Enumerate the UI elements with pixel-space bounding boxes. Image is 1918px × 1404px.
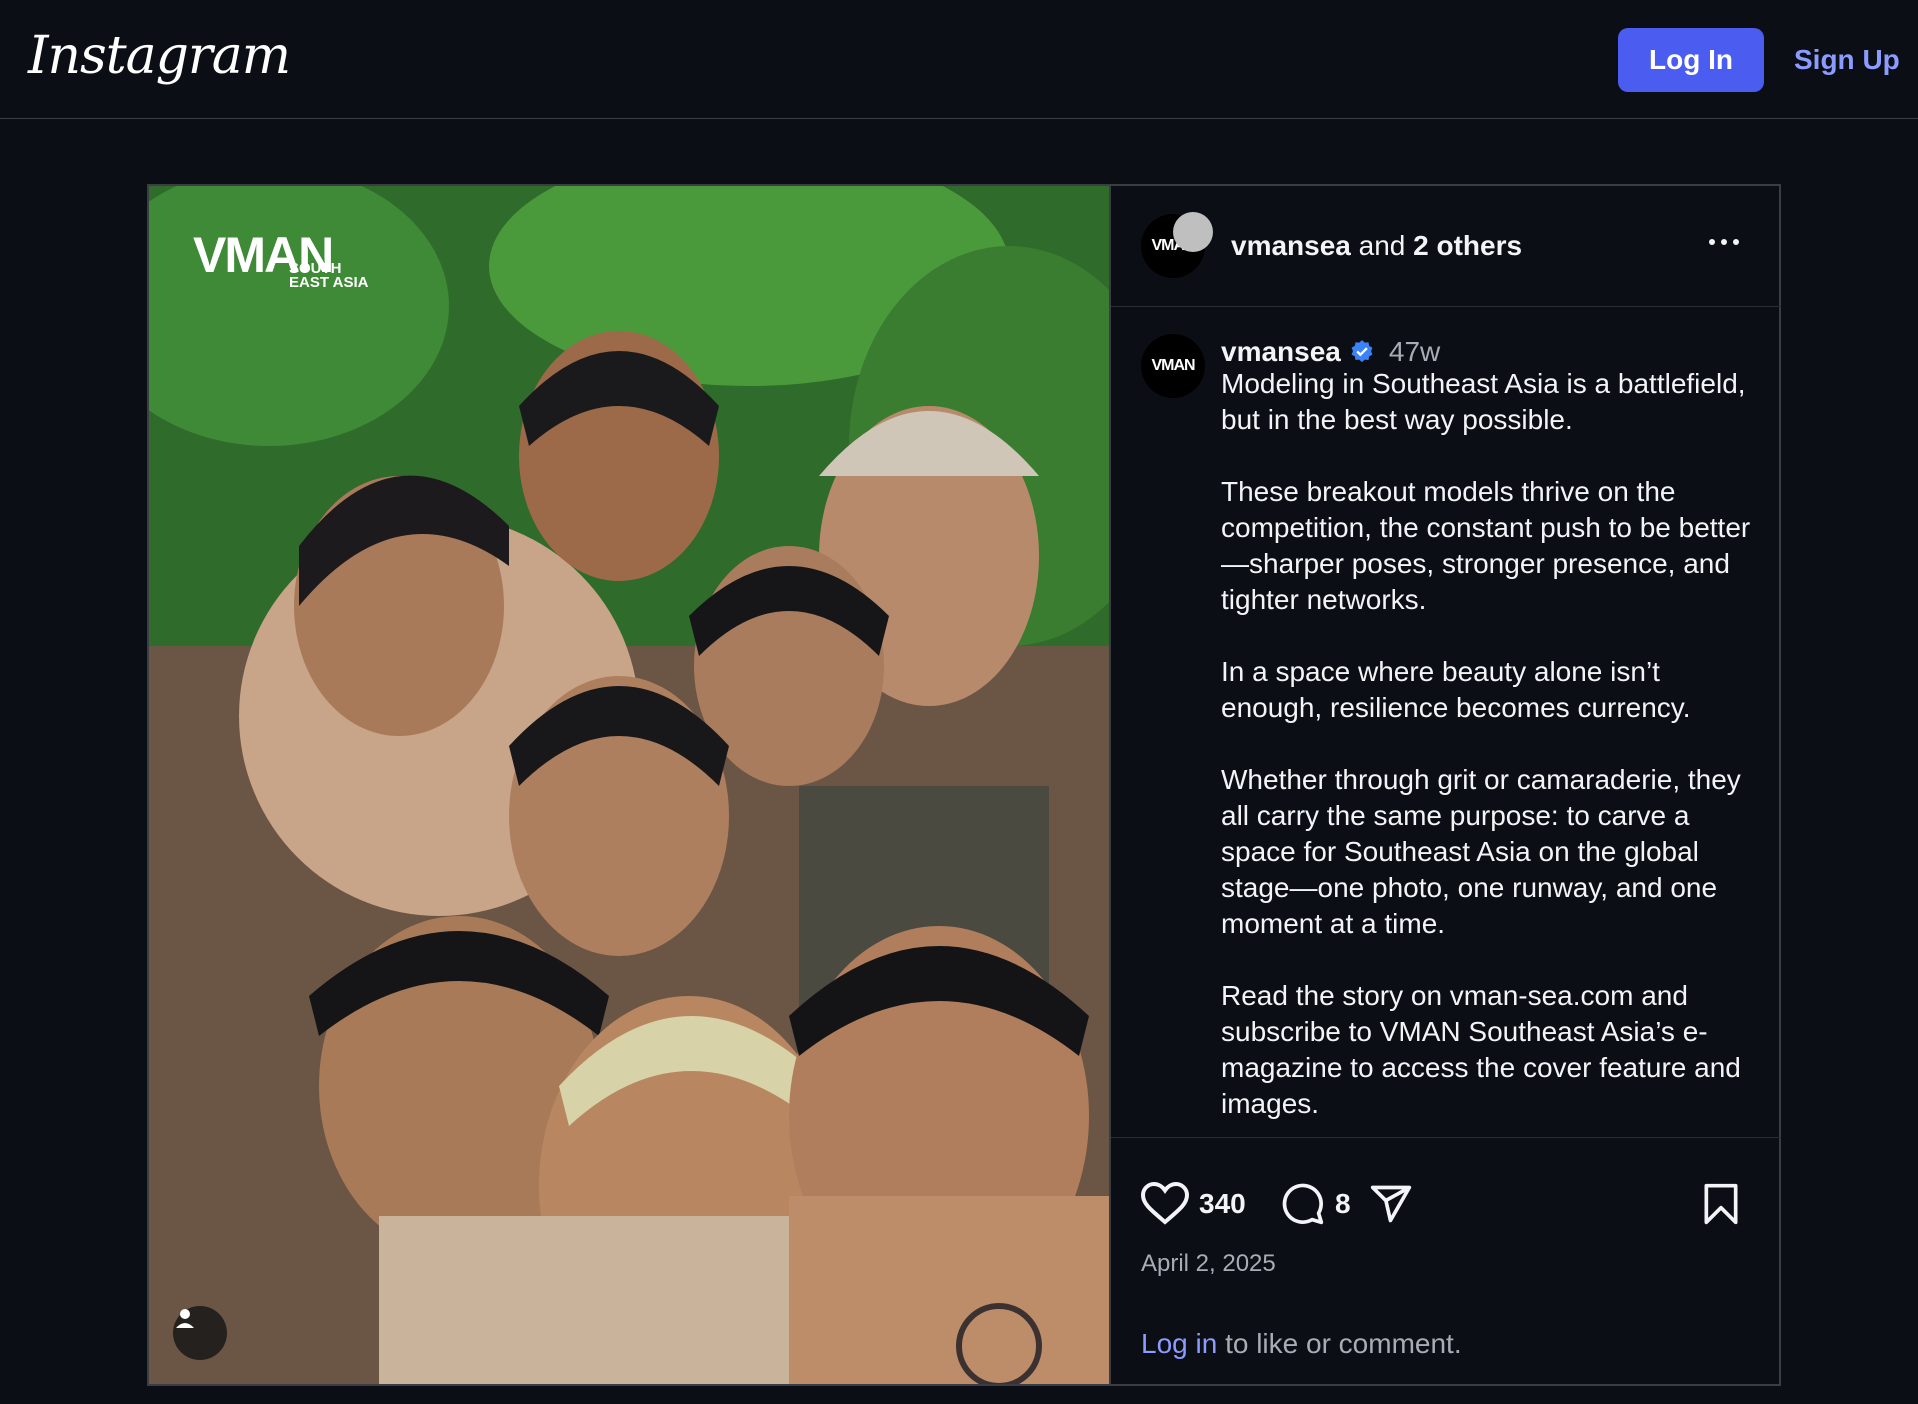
- signup-button[interactable]: Sign Up: [1786, 28, 1908, 92]
- post-caption: Modeling in Southeast Asia is a battlefi…: [1221, 366, 1761, 1137]
- caption-author-avatar[interactable]: VMAN: [1141, 334, 1205, 398]
- vman-logo-subtext: SOUTH EAST ASIA: [289, 260, 369, 291]
- caption-paragraph: These breakout models thrive on the comp…: [1221, 476, 1751, 615]
- post-card: VMAN SOUTH EAST ASIA VMAN vmansea and 2 …: [147, 184, 1781, 1386]
- author-name-link[interactable]: vmansea: [1231, 230, 1351, 261]
- and-text: and: [1358, 230, 1406, 261]
- like-count[interactable]: 340: [1199, 1188, 1246, 1220]
- others-link[interactable]: 2 others: [1413, 230, 1522, 261]
- bookmark-icon[interactable]: [1701, 1182, 1741, 1226]
- more-options-icon[interactable]: [1699, 222, 1749, 262]
- caption-paragraph: In a space where beauty alone isn’t enou…: [1221, 656, 1691, 723]
- login-prompt-text: to like or comment.: [1217, 1328, 1462, 1359]
- post-header-authors: vmansea and 2 others: [1231, 230, 1522, 262]
- top-bar: Instagram Log In Sign Up: [0, 0, 1918, 119]
- comment-count[interactable]: 8: [1335, 1188, 1351, 1220]
- post-actions: 340 8: [1141, 1182, 1751, 1242]
- share-icon[interactable]: [1369, 1182, 1413, 1226]
- caption-paragraph: Whether through grit or camaraderie, the…: [1221, 764, 1741, 939]
- vman-watermark: VMAN SOUTH EAST ASIA: [193, 226, 368, 290]
- post-time-ago[interactable]: 47w: [1389, 336, 1440, 368]
- verified-icon: [1351, 340, 1373, 363]
- collaborator-avatar[interactable]: [1173, 212, 1213, 252]
- user-tag-icon[interactable]: [173, 1306, 227, 1360]
- heart-icon[interactable]: [1141, 1182, 1189, 1226]
- share-button[interactable]: [1369, 1182, 1413, 1226]
- save-button[interactable]: [1701, 1182, 1741, 1226]
- login-prompt: Log in to like or comment.: [1141, 1328, 1462, 1360]
- login-button[interactable]: Log In: [1618, 28, 1764, 92]
- caption-section: VMAN vmansea 47w Modeling in Southeast A…: [1111, 308, 1781, 1138]
- comment-button[interactable]: 8: [1281, 1182, 1351, 1226]
- caption-paragraph: Read the story on vman-sea.com and subsc…: [1221, 980, 1741, 1119]
- post-photo[interactable]: VMAN SOUTH EAST ASIA: [149, 186, 1109, 1384]
- post-side-panel: VMAN vmansea and 2 others VMAN vmansea 4…: [1109, 186, 1781, 1384]
- photo-illustration: [149, 186, 1109, 1384]
- like-button[interactable]: 340: [1141, 1182, 1246, 1226]
- post-date[interactable]: April 2, 2025: [1141, 1250, 1276, 1278]
- avatar-text: VMAN: [1151, 357, 1195, 374]
- caption-author: vmansea 47w: [1221, 336, 1440, 368]
- caption-paragraph: Modeling in Southeast Asia is a battlefi…: [1221, 368, 1746, 435]
- post-header: VMAN vmansea and 2 others: [1111, 186, 1781, 307]
- login-link[interactable]: Log in: [1141, 1328, 1217, 1359]
- comment-icon[interactable]: [1281, 1182, 1325, 1226]
- caption-author-name[interactable]: vmansea: [1221, 336, 1341, 368]
- instagram-logo[interactable]: Instagram: [28, 26, 291, 86]
